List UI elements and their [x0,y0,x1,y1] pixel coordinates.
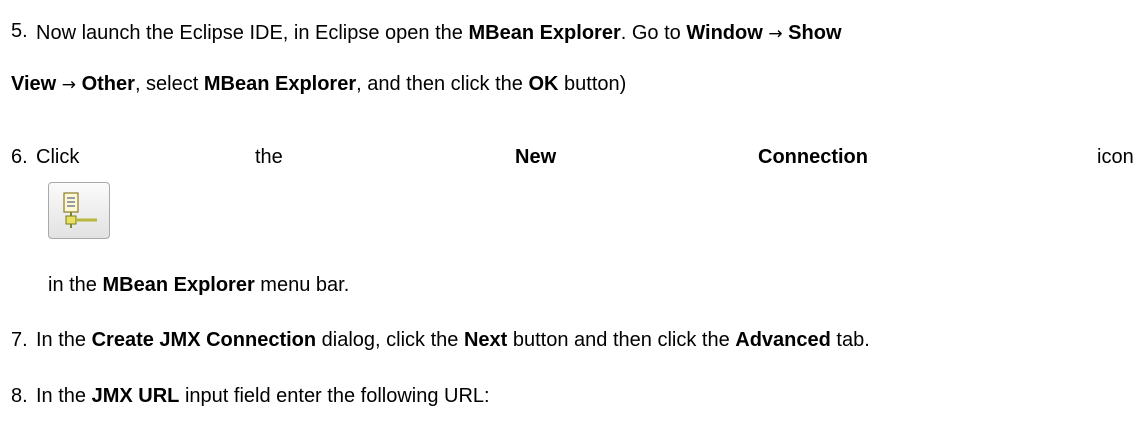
bold-term: Advanced [735,329,831,351]
text: Now launch the Eclipse IDE, in Eclipse o… [36,22,469,44]
step-text: In the Create JMX Connection dialog, cli… [36,329,870,352]
text: button and then click the [507,329,736,351]
text: dialog, click the [316,329,464,351]
step-number: 5. [11,20,28,42]
text: , and then click the [356,73,529,95]
text: icon [1097,146,1134,168]
bold-term: OK [528,73,559,95]
text: the [255,146,283,168]
text: , select [134,73,204,95]
step-text: In the JMX URL input field enter the fol… [36,385,490,408]
bold-term: MBean Explorer [102,274,255,296]
bold-term: JMX URL [91,385,180,407]
text: In the [36,329,92,351]
text: . Go to [620,22,687,44]
bold-term: View [11,73,57,95]
text: Click [36,146,80,168]
arrow-icon: → [61,75,77,95]
arrow-icon: → [768,24,783,44]
text: button) [558,73,627,95]
step-text: View → Other, select MBean Explorer, and… [11,73,626,96]
bold-term: MBean Explorer [468,22,621,44]
bold-term: Next [463,329,508,351]
step-text: Now launch the Eclipse IDE, in Eclipse o… [36,22,842,45]
text: input field enter the following URL: [179,385,490,407]
bold-term: Window [686,22,763,44]
bold-term: Other [81,73,135,95]
text: in the [48,274,103,296]
bold-term: Show [788,22,842,44]
step-number: 8. [11,385,28,407]
step-number: 6. [11,146,28,168]
text: In the [36,385,92,407]
text: menu bar. [254,274,350,296]
bold-term: Create JMX Connection [91,329,317,351]
bold-term: MBean Explorer [203,73,357,95]
step-text: in the MBean Explorer menu bar. [48,274,349,297]
step-number: 7. [11,329,28,351]
new-connection-icon [48,182,110,239]
text: tab. [830,329,870,351]
bold-term: Connection [758,146,868,168]
bold-term: New [515,146,557,168]
